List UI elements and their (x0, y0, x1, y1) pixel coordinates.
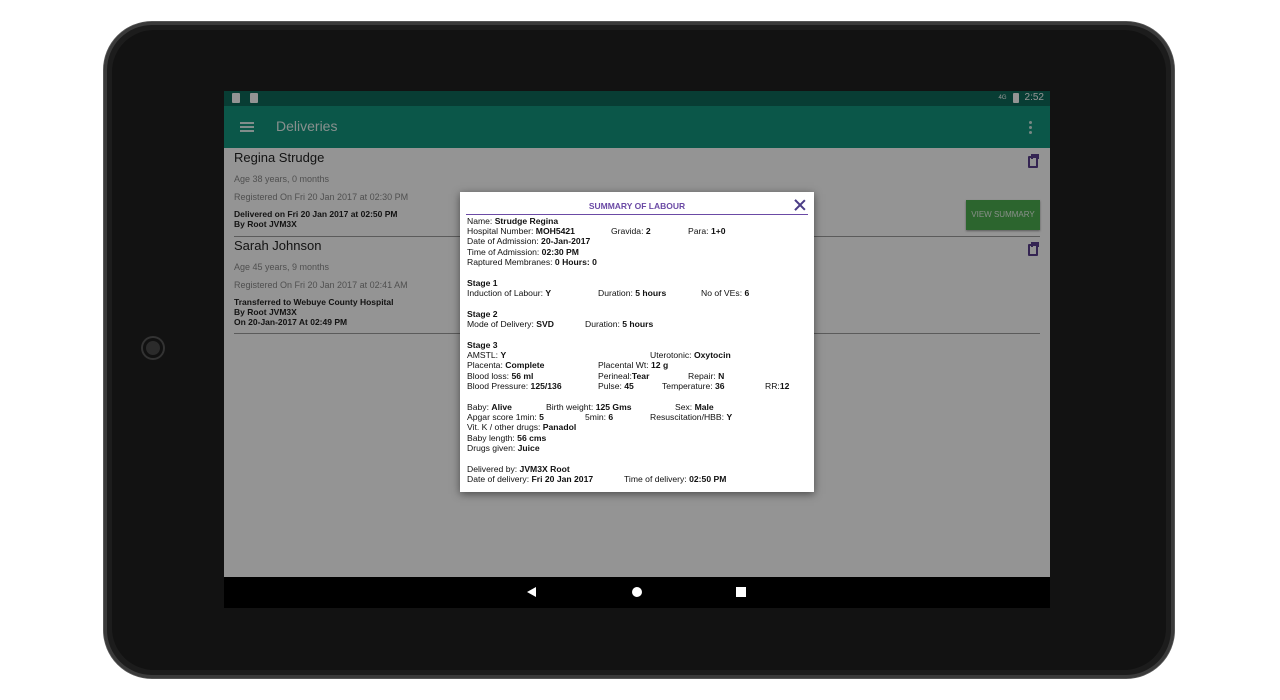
para-row: Para: 1+0 (688, 226, 726, 236)
apgar5-row: 5min: 6 (585, 412, 614, 422)
home-icon[interactable] (632, 587, 642, 597)
placenta-row: Placenta: Complete (467, 360, 545, 370)
front-camera (143, 338, 163, 358)
close-icon[interactable] (794, 199, 806, 211)
title-divider (466, 214, 808, 215)
recent-apps-icon[interactable] (736, 587, 746, 597)
delivery-time-row: Time of delivery: 02:50 PM (624, 474, 727, 484)
stage2-duration-row: Duration: 5 hours (585, 319, 654, 329)
placental-wt-row: Placental Wt: 12 g (598, 360, 669, 370)
membranes-row: Raptured Membranes: 0 Hours: 0 (467, 257, 597, 267)
bp-row: Blood Pressure: 125/136 (467, 381, 562, 391)
resuscitation-row: Resuscitation/HBB: Y (650, 412, 733, 422)
induction-row: Induction of Labour: Y (467, 288, 552, 298)
admission-date-row: Date of Admission: 20-Jan-2017 (467, 236, 591, 246)
stage1-duration-row: Duration: 5 hours (598, 288, 667, 298)
mode-row: Mode of Delivery: SVD (467, 319, 554, 329)
pulse-row: Pulse: 45 (598, 381, 634, 391)
back-icon[interactable] (527, 587, 536, 597)
navigation-bar (224, 577, 1050, 608)
drugs-given-row: Drugs given: Juice (467, 443, 540, 453)
ves-row: No of VEs: 6 (701, 288, 750, 298)
rr-row: RR:12 (765, 381, 790, 391)
dialog-title: SUMMARY OF LABOUR (588, 201, 686, 211)
summary-dialog: SUMMARY OF LABOUR Name: Strudge Regina H… (460, 192, 814, 492)
vitk-row: Vit. K / other drugs: Panadol (467, 422, 577, 432)
delivery-date-row: Date of delivery: Fri 20 Jan 2017 (467, 474, 594, 484)
gravida-row: Gravida: 2 (611, 226, 651, 236)
temperature-row: Temperature: 36 (662, 381, 725, 391)
